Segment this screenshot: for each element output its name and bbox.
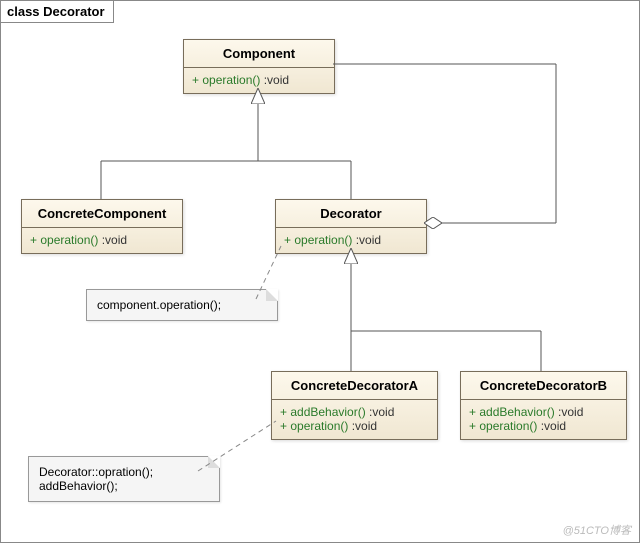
attribution-watermark: @51CTO博客 [563, 522, 631, 538]
class-ops: + addBehavior() :void + operation() :voi… [461, 400, 626, 439]
class-concrete-component: ConcreteComponent + operation() :void [21, 199, 183, 254]
class-ops: + operation() :void [276, 228, 426, 253]
class-decorator: Decorator + operation() :void [275, 199, 427, 254]
class-title: Decorator [276, 200, 426, 228]
note-component-operation: component.operation(); [86, 289, 278, 321]
class-component: Component + operation() :void [183, 39, 335, 94]
class-concrete-decorator-b: ConcreteDecoratorB + addBehavior() :void… [460, 371, 627, 440]
diagram-canvas: class Decorator Component + operation() … [0, 0, 640, 543]
class-ops: + operation() :void [22, 228, 182, 253]
class-title: ConcreteDecoratorB [461, 372, 626, 400]
class-ops: + operation() :void [184, 68, 334, 93]
class-title: Component [184, 40, 334, 68]
class-title: ConcreteDecoratorA [272, 372, 437, 400]
class-concrete-decorator-a: ConcreteDecoratorA + addBehavior() :void… [271, 371, 438, 440]
class-title: ConcreteComponent [22, 200, 182, 228]
note-decorator-operation: Decorator::opration(); addBehavior(); [28, 456, 220, 502]
frame-title: class Decorator [1, 1, 114, 23]
class-ops: + addBehavior() :void + operation() :voi… [272, 400, 437, 439]
